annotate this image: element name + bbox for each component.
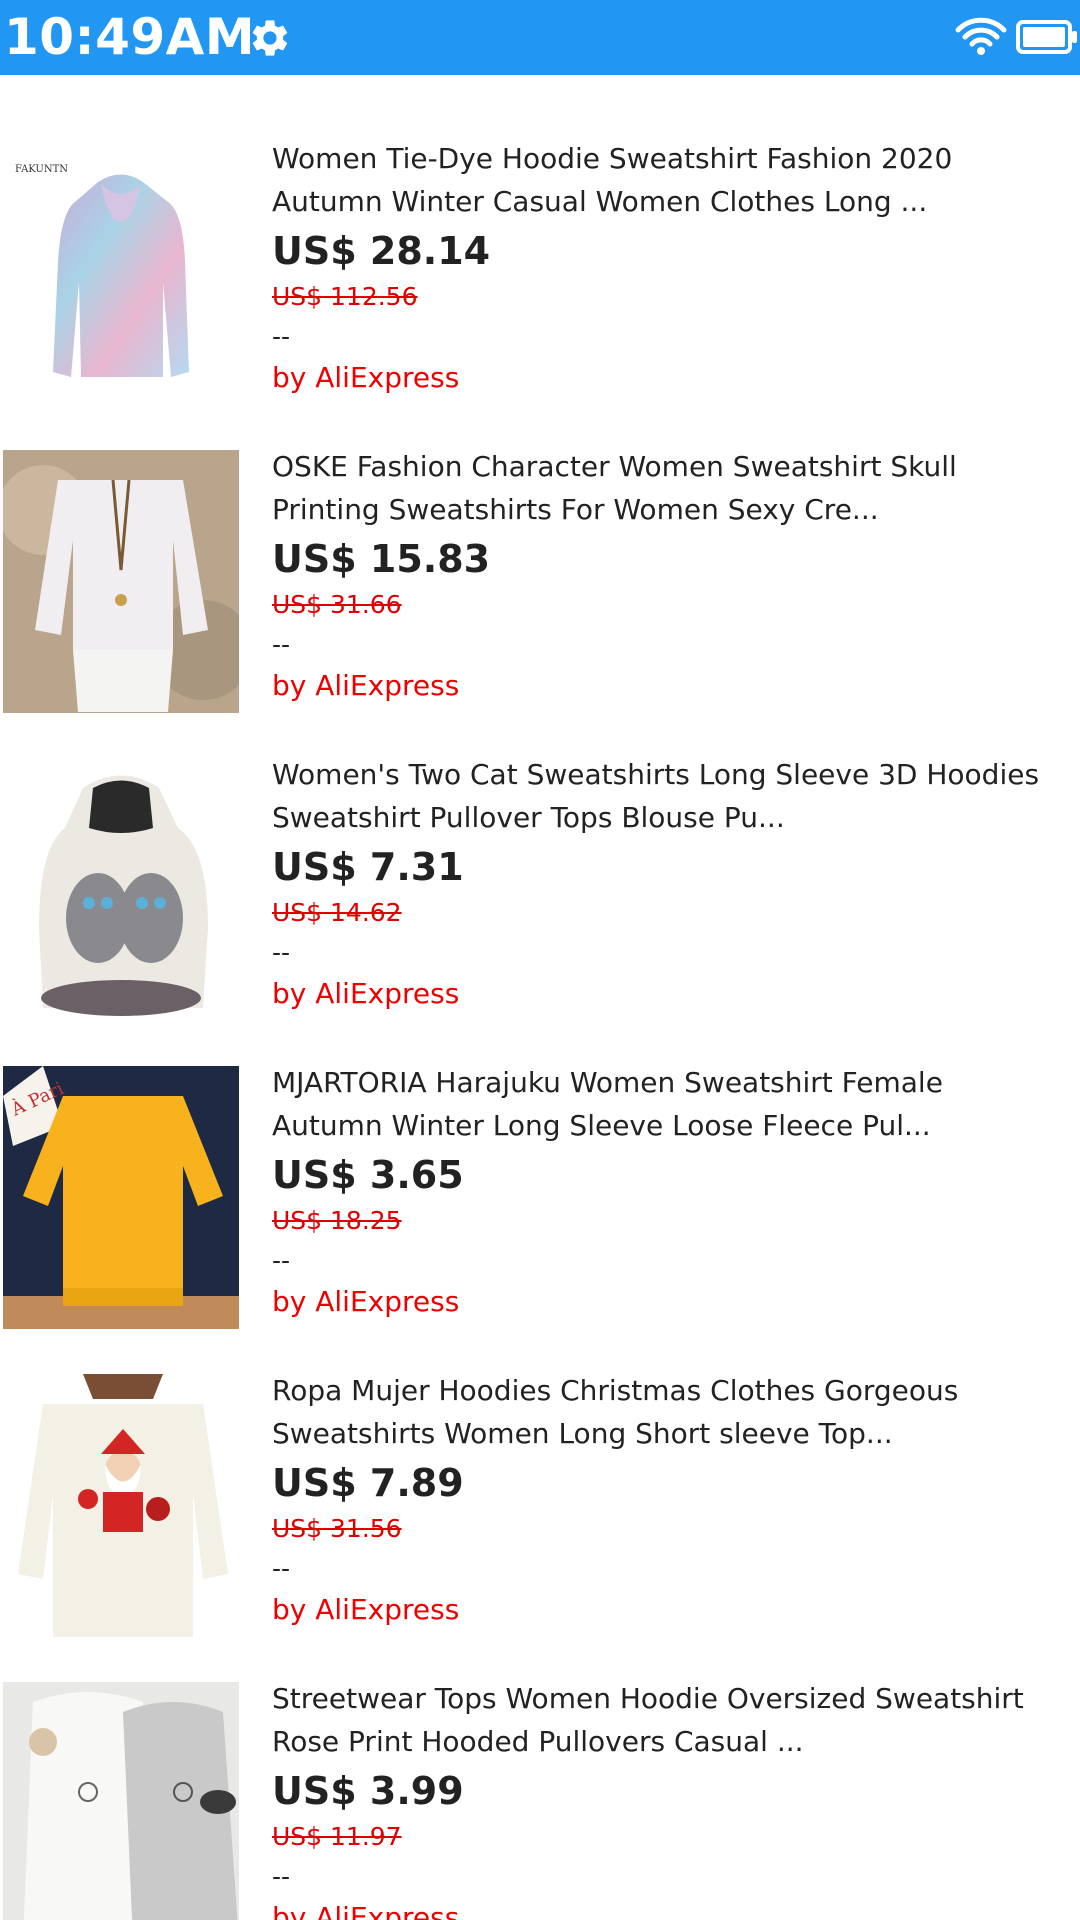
rating-placeholder: -- <box>272 1862 291 1891</box>
product-image[interactable] <box>3 450 239 713</box>
wifi-icon <box>955 17 1007 55</box>
gear-icon <box>252 20 288 56</box>
product-image[interactable] <box>3 1374 239 1637</box>
product-title[interactable]: Ropa Mujer Hoodies Christmas Clothes Gor… <box>272 1369 1072 1455</box>
product-price: US$ 28.14 <box>272 229 491 273</box>
product-title[interactable]: OSKE Fashion Character Women Sweatshirt … <box>272 445 1072 531</box>
product-price: US$ 7.89 <box>272 1461 464 1505</box>
rating-placeholder: -- <box>272 322 291 351</box>
brand-text: FAKUNTN <box>15 164 68 175</box>
product-price: US$ 3.65 <box>272 1153 464 1197</box>
product-title[interactable]: MJARTORIA Harajuku Women Sweatshirt Fema… <box>272 1061 1072 1147</box>
hoodie-image: FAKUNTN <box>3 142 239 405</box>
product-image[interactable]: À Pari <box>3 1066 239 1329</box>
cat-hoodie-image <box>3 758 239 1021</box>
rating-placeholder: -- <box>272 1246 291 1275</box>
product-title[interactable]: Women's Two Cat Sweatshirts Long Sleeve … <box>272 753 1072 839</box>
seller-label[interactable]: by AliExpress <box>272 1900 459 1920</box>
original-price: US$ 18.25 <box>272 1206 402 1235</box>
rating-placeholder: -- <box>272 938 291 967</box>
product-image[interactable] <box>3 1682 239 1920</box>
product-list[interactable]: FAKUNTN Women Tie-Dye Hoodie Sweatshirt … <box>0 75 1080 1920</box>
product-title[interactable]: Streetwear Tops Women Hoodie Oversized S… <box>272 1677 1072 1763</box>
status-bar: 10:49AM <box>0 0 1080 75</box>
product-price: US$ 7.31 <box>272 845 464 889</box>
product-price: US$ 15.83 <box>272 537 491 581</box>
product-item[interactable]: À Pari MJARTORIA Harajuku Women Sweatshi… <box>0 999 1080 1329</box>
rating-placeholder: -- <box>272 630 291 659</box>
original-price: US$ 112.56 <box>272 282 418 311</box>
sweatshirt-image <box>3 450 239 713</box>
original-price: US$ 14.62 <box>272 898 402 927</box>
product-item[interactable]: Women's Two Cat Sweatshirts Long Sleeve … <box>0 691 1080 1021</box>
original-price: US$ 31.56 <box>272 1514 402 1543</box>
rating-placeholder: -- <box>272 1554 291 1583</box>
battery-icon <box>1016 20 1077 54</box>
product-item[interactable]: Ropa Mujer Hoodies Christmas Clothes Gor… <box>0 1307 1080 1637</box>
christmas-sweatshirt-image <box>3 1374 239 1637</box>
original-price: US$ 11.97 <box>272 1822 402 1851</box>
product-item[interactable]: OSKE Fashion Character Women Sweatshirt … <box>0 383 1080 713</box>
product-image[interactable] <box>3 758 239 1021</box>
rose-hoodie-image <box>3 1682 239 1920</box>
original-price: US$ 31.66 <box>272 590 402 619</box>
yellow-sweatshirt-image: À Pari <box>3 1066 239 1329</box>
product-price: US$ 3.99 <box>272 1769 464 1813</box>
product-item[interactable]: FAKUNTN Women Tie-Dye Hoodie Sweatshirt … <box>0 75 1080 405</box>
product-title[interactable]: Women Tie-Dye Hoodie Sweatshirt Fashion … <box>272 137 1072 223</box>
status-time: 10:49AM <box>4 8 256 66</box>
product-image[interactable]: FAKUNTN <box>3 142 239 405</box>
product-item[interactable]: Streetwear Tops Women Hoodie Oversized S… <box>0 1615 1080 1920</box>
